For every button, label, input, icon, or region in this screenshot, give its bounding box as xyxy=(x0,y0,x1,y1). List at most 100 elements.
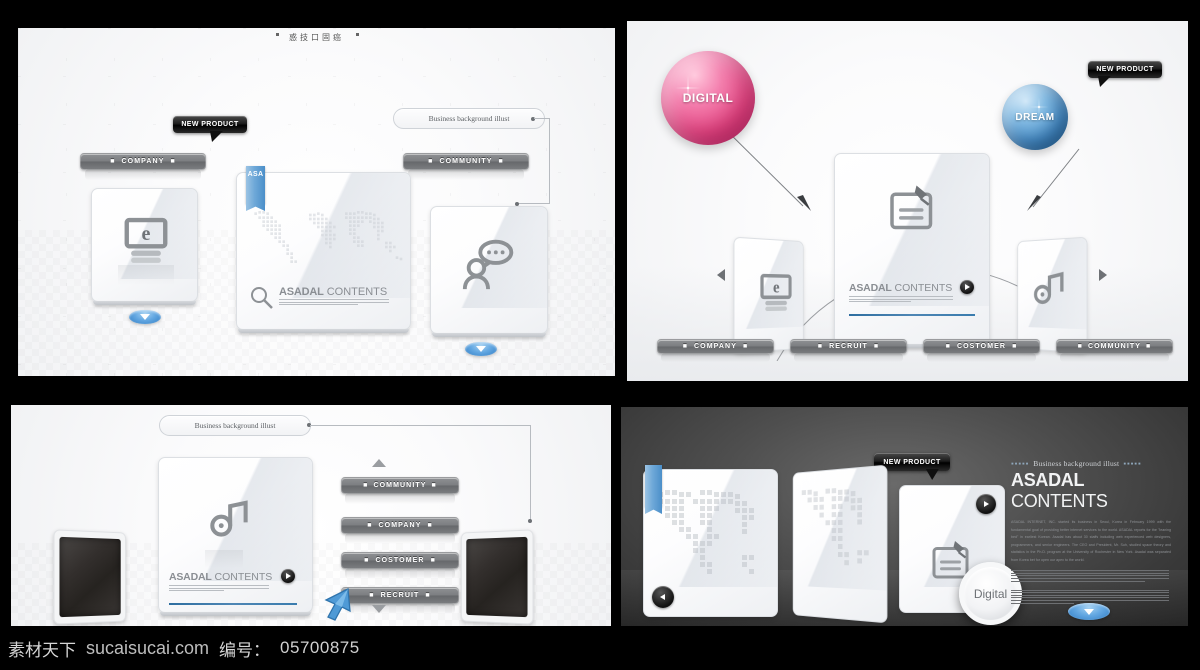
connector-h1 xyxy=(534,118,550,119)
new-product-badge[interactable]: NEW PRODUCT xyxy=(1088,61,1162,87)
card-community-tilted[interactable] xyxy=(1017,236,1088,354)
nav-button-community[interactable]: ■ COMMUNITY ■ xyxy=(403,153,529,180)
brand-light: CONTENTS xyxy=(214,571,273,583)
nav-bullet-right: ■ xyxy=(498,158,504,165)
tagline-label: Business background illust xyxy=(1033,459,1120,468)
footer-domain: sucaisucai.com xyxy=(86,637,210,658)
tablet-screen xyxy=(59,536,121,618)
connector-h1 xyxy=(310,425,531,426)
new-product-badge[interactable]: NEW PRODUCT xyxy=(173,116,247,142)
card-map-center[interactable] xyxy=(792,464,888,624)
world-map-icon xyxy=(801,488,869,566)
icon-reflection xyxy=(205,550,243,568)
nav-button-costomer[interactable]: ■ COSTOMER ■ xyxy=(923,339,1040,363)
play-button[interactable] xyxy=(976,494,996,514)
panel-3-bottom-left: Business background illust ASADAL CONTEN xyxy=(11,405,611,627)
chevron-down-icon xyxy=(476,346,486,352)
card-main-title: ASADAL CONTENTS xyxy=(279,286,387,298)
nav-button-costomer[interactable]: ■ COSTOMER ■ xyxy=(341,552,459,579)
connector-v1 xyxy=(530,425,531,521)
nav-label-costomer: COSTOMER xyxy=(956,343,1007,350)
card-community[interactable] xyxy=(430,206,548,334)
brand-light: CONTENTS xyxy=(1011,491,1108,511)
nav-bullet-right: ■ xyxy=(427,522,433,529)
nav-button-community[interactable]: ■ COMMUNITY ■ xyxy=(341,477,459,504)
nav-bullet-right: ■ xyxy=(1146,343,1152,350)
callout-capsule[interactable]: Business background illust xyxy=(159,415,311,436)
scroll-down-arrow[interactable] xyxy=(372,605,386,613)
nav-button-recruit[interactable]: ■ RECRUIT ■ xyxy=(341,587,459,614)
world-map-icon xyxy=(254,211,403,263)
nav-bullet-left: ■ xyxy=(1077,343,1083,350)
nav-bullet-right: ■ xyxy=(1012,343,1018,350)
next-arrow-button[interactable] xyxy=(1099,269,1107,281)
new-product-badge-label: NEW PRODUCT xyxy=(181,121,239,128)
nav-bullet-right: ■ xyxy=(425,592,431,599)
nav-button-company[interactable]: ■ COMPANY ■ xyxy=(341,517,459,544)
nav-button-recruit[interactable]: ■ RECRUIT ■ xyxy=(790,339,907,363)
card-main-copy xyxy=(849,296,953,303)
footer-watermark: 素材天下 sucaisucai.com 编号： 05700875 xyxy=(0,626,1200,670)
body-copy-lines-2 xyxy=(1011,570,1169,582)
monitor-e-icon: e xyxy=(124,217,168,263)
card-company[interactable]: e xyxy=(91,188,198,302)
digital-circle-label: Digital xyxy=(973,586,1008,601)
nav-bullet-right: ■ xyxy=(742,343,749,350)
callout-label: Business background illust xyxy=(194,421,276,430)
prev-button[interactable] xyxy=(652,586,674,608)
card-main-title: ASADAL CONTENTS xyxy=(849,282,952,294)
brand-bold: ASADAL xyxy=(1011,470,1085,490)
asa-ribbon-label: ASA xyxy=(247,171,264,178)
new-product-badge-label: NEW PRODUCT xyxy=(883,458,941,466)
card-main-copy xyxy=(169,585,269,592)
prev-arrow-button[interactable] xyxy=(717,269,725,281)
card-main-title: ASADAL CONTENTS xyxy=(169,571,272,583)
play-button[interactable] xyxy=(960,280,974,294)
play-button[interactable] xyxy=(281,569,295,583)
chat-person-icon xyxy=(462,239,514,290)
panel-1-top-left: 惑技口固癌 NEW PRODUCT Business background il… xyxy=(18,28,615,376)
tablet-right[interactable] xyxy=(461,529,534,625)
sphere-digital-label: DIGITAL xyxy=(682,91,734,105)
nav-label-recruit: RECRUIT xyxy=(380,592,420,599)
card-map-left[interactable] xyxy=(643,469,778,617)
nav-label-company: COMPANY xyxy=(378,522,422,529)
card-company-base xyxy=(93,301,196,305)
callout-label: Business background illust xyxy=(428,114,510,123)
callout-capsule[interactable]: Business background illust xyxy=(393,108,545,129)
nav-button-community[interactable]: ■ COMMUNITY ■ xyxy=(1056,339,1173,363)
card-company-tilted[interactable]: e xyxy=(733,236,804,354)
sphere-dream[interactable]: DREAM xyxy=(1002,84,1068,150)
card-main[interactable]: ASADAL CONTENTS xyxy=(158,457,313,613)
nav-bullet-left: ■ xyxy=(363,482,369,489)
card-community-base xyxy=(432,333,546,337)
nav-label-community: COMMUNITY xyxy=(1087,343,1142,350)
scroll-up-arrow[interactable] xyxy=(372,459,386,467)
title-bullet-left xyxy=(276,33,279,36)
world-map-icon xyxy=(658,490,754,574)
brand-light: CONTENTS xyxy=(894,282,953,294)
scroll-down-button-left[interactable] xyxy=(129,310,161,324)
nav-label-community: COMMUNITY xyxy=(373,482,427,489)
tagline-row: ▪▪▪▪▪ Business background illust ▪▪▪▪▪ xyxy=(1011,459,1171,468)
search-icon[interactable] xyxy=(249,285,275,311)
sphere-digital[interactable]: DIGITAL xyxy=(661,51,755,145)
bubble-tail-icon xyxy=(207,131,223,142)
nav-bullet-right: ■ xyxy=(873,343,880,350)
nav-bullet-left: ■ xyxy=(110,158,116,165)
footer-site-name: 素材天下 xyxy=(8,640,76,661)
nav-button-company[interactable]: ■ COMPANY ■ xyxy=(80,153,206,180)
card-main[interactable]: ASADAL CONTENTS xyxy=(834,153,990,345)
tablet-left[interactable] xyxy=(53,529,126,625)
new-product-badge-label: NEW PRODUCT xyxy=(1096,66,1154,73)
scroll-down-button-right[interactable] xyxy=(465,342,497,356)
cursor-pointer-icon xyxy=(324,587,351,621)
nav-bullet-right: ■ xyxy=(170,158,176,165)
scroll-down-button[interactable] xyxy=(1068,603,1110,620)
connector-v1 xyxy=(549,118,550,204)
card-main-base xyxy=(238,329,409,333)
nav-label-costomer: COSTOMER xyxy=(375,557,425,564)
panel-1-title: 惑技口固癌 xyxy=(289,33,344,42)
nav-button-company[interactable]: ■ COMPANY ■ xyxy=(657,339,774,363)
connector-h2 xyxy=(518,203,550,204)
